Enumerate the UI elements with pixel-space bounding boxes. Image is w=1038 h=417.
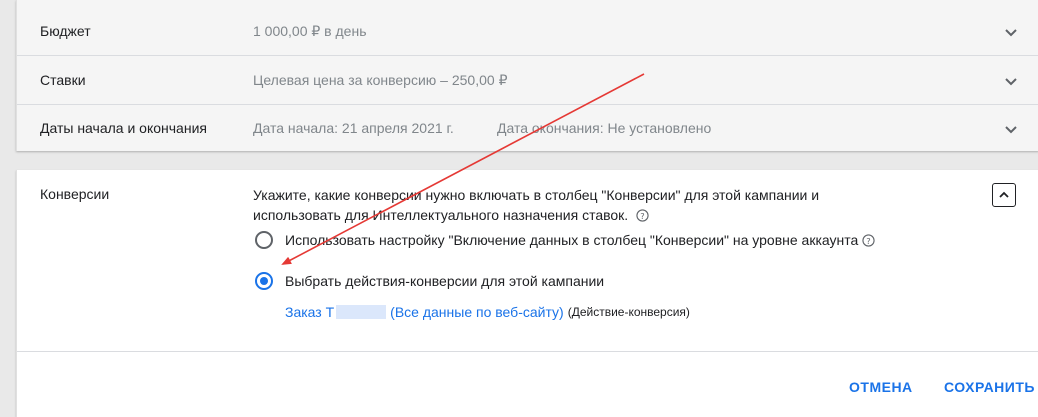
divider: [17, 351, 1038, 352]
conversion-action-link[interactable]: Заказ Т (Все данные по веб-сайту) (Дейст…: [285, 304, 690, 320]
cancel-button[interactable]: ОТМЕНА: [849, 379, 913, 395]
radio-button-campaign[interactable]: [255, 272, 273, 290]
bids-row[interactable]: Ставки Целевая цена за конверсию – 250,0…: [17, 56, 1038, 105]
start-date-value: Дата начала: 21 апреля 2021 г.: [253, 120, 454, 136]
end-date-value: Дата окончания: Не установлено: [497, 120, 712, 136]
svg-text:?: ?: [867, 235, 871, 245]
radio-campaign-actions[interactable]: Выбрать действия-конверсии для этой камп…: [255, 272, 604, 290]
radio-campaign-label: Выбрать действия-конверсии для этой камп…: [285, 273, 605, 289]
conversion-action-name[interactable]: Заказ Т: [285, 304, 334, 320]
conversions-card: Конверсии Укажите, какие конверсии нужно…: [16, 170, 1038, 417]
svg-text:?: ?: [640, 211, 644, 221]
conversion-action-type: (Действие-конверсия): [567, 305, 690, 319]
collapse-button[interactable]: [992, 183, 1016, 207]
conversion-action-source[interactable]: (Все данные по веб-сайту): [390, 304, 564, 320]
chevron-down-icon[interactable]: [1003, 121, 1019, 137]
chevron-down-icon[interactable]: [1003, 24, 1019, 40]
chevron-up-icon: [999, 191, 1009, 198]
conversions-description-text: Укажите, какие конверсии нужно включать …: [253, 187, 820, 223]
bids-value: Целевая цена за конверсию – 250,00 ₽: [253, 72, 508, 88]
redacted-text: [336, 305, 387, 319]
radio-account-setting[interactable]: Использовать настройку "Включение данных…: [255, 231, 875, 249]
save-button[interactable]: СОХРАНИТЬ: [944, 379, 1035, 395]
help-icon[interactable]: ?: [862, 233, 875, 247]
radio-button-account[interactable]: [255, 231, 273, 249]
settings-card: Бюджет 1 000,00 ₽ в день Ставки Целевая …: [16, 0, 1038, 151]
conversions-label: Конверсии: [40, 186, 110, 202]
help-icon[interactable]: ?: [636, 209, 649, 222]
bids-label: Ставки: [40, 72, 86, 88]
budget-row[interactable]: Бюджет 1 000,00 ₽ в день: [17, 7, 1038, 56]
dates-label: Даты начала и окончания: [40, 120, 207, 136]
conversions-description: Укажите, какие конверсии нужно включать …: [253, 185, 893, 225]
dates-row[interactable]: Даты начала и окончания Дата начала: 21 …: [17, 104, 1038, 153]
chevron-down-icon[interactable]: [1003, 73, 1019, 89]
radio-account-label: Использовать настройку "Включение данных…: [285, 232, 859, 248]
budget-label: Бюджет: [40, 23, 91, 39]
budget-value: 1 000,00 ₽ в день: [253, 23, 367, 39]
